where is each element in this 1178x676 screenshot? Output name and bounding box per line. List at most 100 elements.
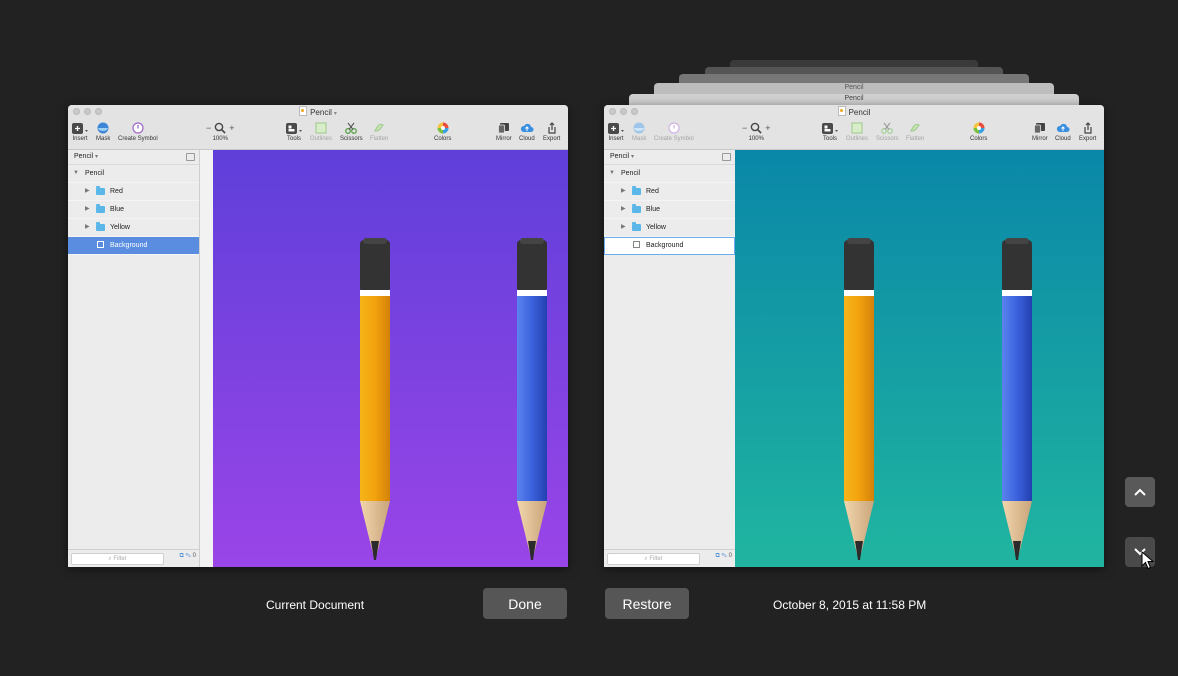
cloud-icon [520,123,534,132]
restore-button[interactable]: Restore [605,588,689,619]
blue-pencil[interactable] [516,236,548,566]
version-document-window[interactable]: Pencil Insert Mask Create Symbol − + 100… [604,105,1104,567]
layer-background: Background [604,237,735,255]
cloud-icon [1056,123,1070,132]
edited-filter-toggle[interactable]: ⧉ ✎ 0 [180,553,196,560]
tools-icon [822,122,838,134]
yellow-pencil [844,238,874,560]
scissors-button[interactable]: Scissors [340,121,363,142]
symbol-icon [668,122,680,134]
layer-group-red[interactable]: ▶ Red [68,183,199,201]
blue-pencil [1002,238,1032,560]
disclosure-closed-icon: ▶ [621,224,626,230]
flatten-button: Flatten [906,121,924,142]
current-document-label: Current Document [266,598,365,612]
layer-list: Pencil ▾ ▼ Pencil ▶ Red ▶ Blue ▶ Yellow … [68,150,200,567]
export-icon [548,122,556,134]
filter-input: ⌕ Filter [607,553,700,565]
mirror-button[interactable]: Mirror [496,121,512,142]
title-bar: Pencil ▾ [68,105,568,119]
disclosure-closed-icon[interactable]: ▶ [85,219,90,236]
disclosure-closed-icon: ▶ [621,188,626,194]
mirror-icon [497,123,509,134]
layer-background[interactable]: Background [68,237,199,255]
document-icon [299,106,308,116]
tools-button[interactable]: Tools [286,121,302,142]
zoom-level: 100% [748,136,764,142]
artboard-canvas[interactable] [213,150,568,567]
zoom-in-button: + [765,123,771,133]
zoom-out-button[interactable]: − [206,123,211,133]
rectangle-icon [633,241,640,248]
version-title: Pencil [844,95,864,102]
folder-icon [632,222,641,231]
add-page-button[interactable] [186,153,195,161]
insert-icon [72,122,88,134]
filter-bar: ⌕ Filter ⧉ ✎ 0 [604,549,735,567]
disclosure-closed-icon[interactable]: ▶ [85,201,90,218]
colors-button: Colors [970,121,987,142]
outlines-icon [315,122,327,134]
export-icon [1084,122,1092,134]
outlines-button[interactable]: Outlines [310,121,332,142]
filter-input[interactable]: ⌕ Filter [71,553,164,565]
title-bar: Pencil [604,105,1104,119]
color-wheel-icon [973,122,985,134]
zoom-in-button[interactable]: + [229,123,234,133]
outlines-icon [851,122,863,134]
chevron-down-icon: ▾ [631,154,635,160]
layer-group-blue[interactable]: ▶ Blue [68,201,199,219]
mirror-button: Mirror [1032,121,1048,142]
colors-button[interactable]: Colors [434,121,451,142]
scissors-button: Scissors [876,121,899,142]
cloud-button[interactable]: Cloud [519,121,535,142]
create-symbol-button[interactable]: Create Symbol [118,121,158,142]
disclosure-open-icon[interactable]: ▼ [73,165,79,182]
window-title: Pencil [604,106,1104,117]
disclosure-closed-icon: ▶ [621,206,626,212]
version-date-label: October 8, 2015 at 11:58 PM [773,598,927,612]
disclosure-closed-icon[interactable]: ▶ [85,183,90,200]
mirror-icon [1033,123,1045,134]
zoom-control: − + 100% [206,121,235,142]
create-symbol-button: Create Symbol [654,121,694,142]
newer-version-button[interactable] [1125,477,1155,507]
artboard-canvas [735,150,1104,567]
insert-icon [608,122,624,134]
tools-icon [286,122,302,134]
toolbar: Insert Mask Create Symbol − + 100% Tools… [68,119,568,150]
magnifier-icon [750,122,762,134]
filter-bar: ⌕ Filter ⧉ ✎ 0 [68,549,199,567]
insert-button[interactable]: Insert [72,121,88,142]
yellow-pencil[interactable] [359,236,391,566]
layer-group-red: ▶ Red [604,183,735,201]
current-document-window: Pencil ▾ Insert Mask Create Symbol − + 10… [68,105,568,567]
symbol-icon [132,122,144,134]
rectangle-icon [97,241,104,248]
flatten-button[interactable]: Flatten [370,121,388,142]
chevron-down-icon: ▾ [95,154,99,160]
pencil-filter-icon: ✎ [721,553,727,559]
layer-group-yellow: ▶ Yellow [604,219,735,237]
outlines-button: Outlines [846,121,868,142]
window-title: Pencil ▾ [68,106,568,117]
mask-button: Mask [632,121,646,142]
page-selector[interactable]: Pencil ▾ [68,150,199,165]
document-icon [837,106,846,116]
pencil-filter-icon: ✎ [185,553,191,559]
mouse-cursor-icon [1141,551,1155,570]
layer-group-pencil[interactable]: ▼ Pencil [68,165,199,183]
layer-group-blue: ▶ Blue [604,201,735,219]
chevron-up-icon [1134,488,1146,496]
add-page-button [722,153,731,161]
zoom-control: − + 100% [742,121,771,142]
mask-button[interactable]: Mask [96,121,110,142]
tools-button: Tools [822,121,838,142]
layer-group-yellow[interactable]: ▶ Yellow [68,219,199,237]
done-button[interactable]: Done [483,588,567,619]
folder-icon [96,204,105,213]
canvas-margin [200,150,213,567]
export-button[interactable]: Export [543,121,560,142]
folder-icon [632,204,641,213]
mask-icon [97,122,109,134]
